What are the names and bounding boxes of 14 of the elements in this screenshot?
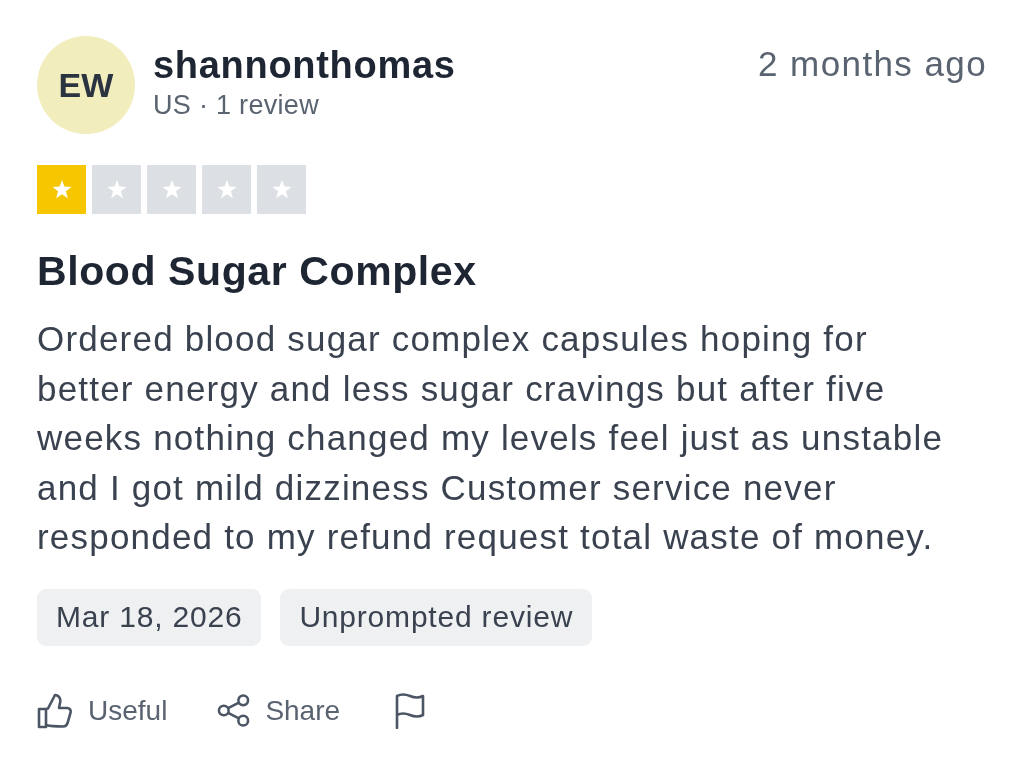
thumbs-up-icon bbox=[37, 692, 73, 729]
avatar: EW bbox=[37, 36, 135, 134]
tag: Unprompted review bbox=[280, 588, 593, 646]
reviewer-meta: US · 1 review bbox=[153, 89, 320, 121]
tag: Mar 18, 2026 bbox=[37, 588, 262, 646]
review-time: 2 months ago bbox=[758, 44, 987, 84]
reviewer-name[interactable]: shannonthomas bbox=[153, 43, 456, 87]
share-button[interactable]: Share bbox=[217, 694, 341, 727]
flag-button[interactable] bbox=[394, 692, 427, 729]
review-title: Blood Sugar Complex bbox=[37, 248, 478, 294]
flag-icon bbox=[394, 692, 427, 729]
share-icon bbox=[217, 694, 251, 727]
review-text: Ordered blood sugar complex capsules hoping for better energy and less sugar cravings but after five weeks nothing changed my levels feel just as unstable and I got mild dizziness Customer service never responded to my refund request total waste of money. bbox=[37, 318, 945, 558]
useful-button[interactable]: Useful bbox=[37, 692, 168, 729]
